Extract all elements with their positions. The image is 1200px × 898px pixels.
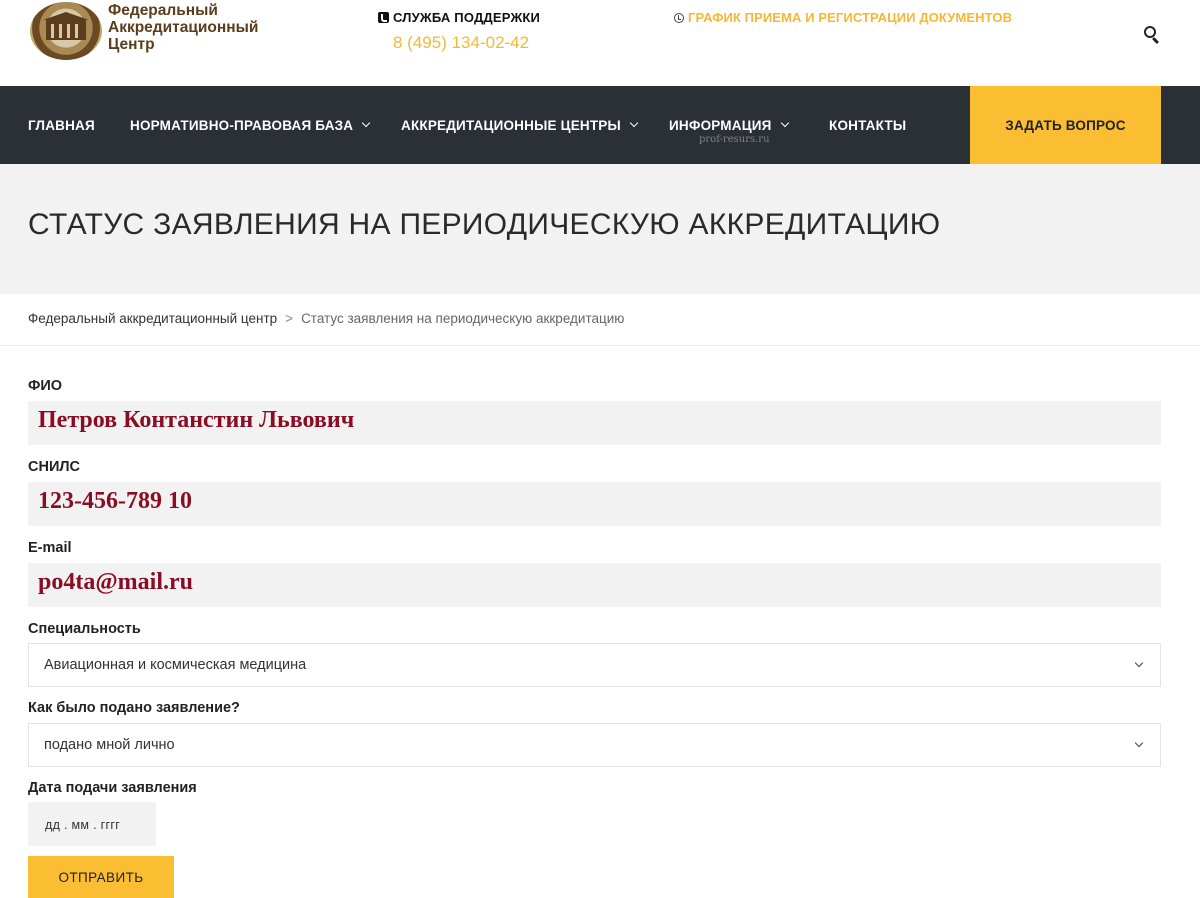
nav-item-information[interactable]: ИНФОРМАЦИЯ — [669, 86, 789, 164]
page-title: СТАТУС ЗАЯВЛЕНИЯ НА ПЕРИОДИЧЕСКУЮ АККРЕД… — [28, 208, 941, 241]
support-block: СЛУЖБА ПОДДЕРЖКИ 8 (495) 134-02-42 — [378, 10, 540, 53]
logo-line-1: Федеральный — [108, 2, 218, 19]
chevron-down-icon — [629, 118, 639, 128]
email-label: E-mail — [28, 540, 72, 556]
nav-item-label: ГЛАВНАЯ — [28, 117, 95, 133]
specialty-selected-value: Авиационная и космическая медицина — [44, 657, 307, 673]
site-header: Федеральный Аккредитационный Центр СЛУЖБ… — [0, 0, 1200, 86]
page-title-band: СТАТУС ЗАЯВЛЕНИЯ НА ПЕРИОДИЧЕСКУЮ АККРЕД… — [0, 164, 1200, 294]
snils-field[interactable]: 123-456-789 10 — [28, 482, 1161, 526]
chevron-down-icon — [1134, 738, 1144, 748]
breadcrumb: Федеральный аккредитационный центр > Ста… — [28, 311, 624, 326]
logo-line-3: Центр — [108, 36, 155, 53]
logo-emblem-icon — [30, 2, 102, 60]
submit-button[interactable]: ОТПРАВИТЬ — [28, 856, 174, 898]
specialty-select[interactable]: Авиационная и космическая медицина — [28, 643, 1161, 687]
support-title: СЛУЖБА ПОДДЕРЖКИ — [378, 10, 540, 25]
snils-label: СНИЛС — [28, 459, 81, 475]
clock-icon — [674, 12, 684, 23]
fio-field[interactable]: Петров Контанстин Львович — [28, 401, 1161, 445]
nav-item-accreditation-centers[interactable]: АККРЕДИТАЦИОННЫЕ ЦЕНТРЫ — [401, 86, 639, 164]
snils-value: 123-456-789 10 — [38, 488, 192, 514]
nav-item-label: АККРЕДИТАЦИОННЫЕ ЦЕНТРЫ — [401, 117, 621, 133]
logo-text: Федеральный Аккредитационный Центр — [108, 2, 258, 53]
logo-line-2: Аккредитационный — [108, 19, 259, 36]
submission-method-select[interactable]: подано мной лично — [28, 723, 1161, 767]
ask-question-button[interactable]: ЗАДАТЬ ВОПРОС — [970, 86, 1161, 164]
nav-item-home[interactable]: ГЛАВНАЯ — [28, 86, 95, 164]
breadcrumb-current: Статус заявления на периодическую аккред… — [301, 311, 625, 326]
section-divider — [0, 345, 1200, 346]
chevron-down-icon — [780, 118, 789, 128]
support-phone-link[interactable]: 8 (495) 134-02-42 — [393, 33, 540, 53]
nav-item-label: КОНТАКТЫ — [829, 117, 907, 133]
watermark-text: prof-resurs.ru — [699, 134, 770, 145]
nav-item-legal-base[interactable]: НОРМАТИВНО-ПРАВОВАЯ БАЗА — [130, 86, 371, 164]
date-label: Дата подачи заявления — [28, 780, 197, 796]
breadcrumb-separator: > — [285, 311, 294, 326]
phone-icon — [378, 12, 389, 23]
fio-label: ФИО — [28, 378, 63, 394]
nav-item-label: НОРМАТИВНО-ПРАВОВАЯ БАЗА — [130, 117, 354, 133]
breadcrumb-home-link[interactable]: Федеральный аккредитационный центр — [28, 311, 277, 326]
nav-item-label: ИНФОРМАЦИЯ — [669, 117, 772, 133]
fio-value: Петров Контанстин Львович — [38, 407, 355, 433]
schedule-link-text: ГРАФИК ПРИЕМА И РЕГИСТРАЦИИ ДОКУМЕНТОВ — [688, 10, 1013, 25]
email-field[interactable]: po4ta@mail.ru — [28, 563, 1161, 607]
chevron-down-icon — [1134, 658, 1144, 668]
date-placeholder: дд . мм . гггг — [45, 818, 121, 832]
nav-item-contacts[interactable]: КОНТАКТЫ — [829, 86, 906, 164]
schedule-link[interactable]: ГРАФИК ПРИЕМА И РЕГИСТРАЦИИ ДОКУМЕНТОВ — [674, 10, 1012, 25]
email-value: po4ta@mail.ru — [38, 569, 193, 595]
specialty-label: Специальность — [28, 621, 141, 637]
search-button[interactable] — [1143, 25, 1163, 45]
search-icon-handle — [1151, 36, 1160, 45]
date-input[interactable]: дд . мм . гггг — [28, 802, 156, 846]
site-logo[interactable]: Федеральный Аккредитационный Центр — [30, 2, 258, 60]
submission-method-label: Как было подано заявление? — [28, 700, 240, 716]
support-title-text: СЛУЖБА ПОДДЕРЖКИ — [393, 10, 541, 25]
chevron-down-icon — [362, 118, 371, 128]
submission-method-selected-value: подано мной лично — [44, 737, 175, 753]
